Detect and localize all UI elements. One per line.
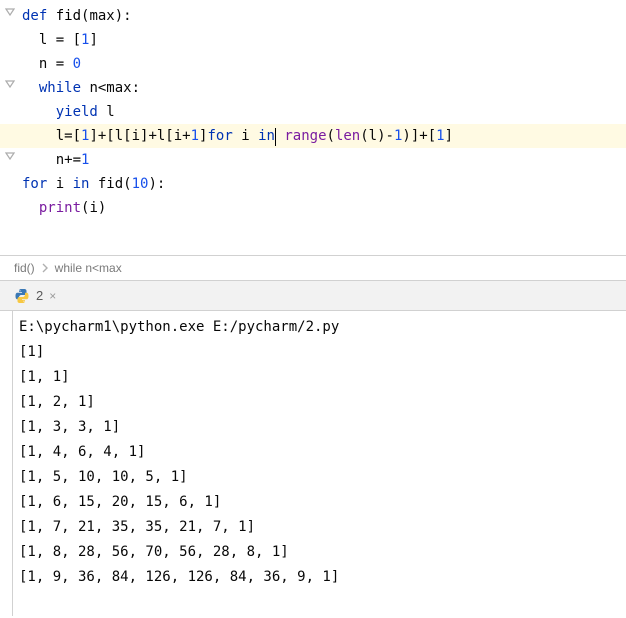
console-line: [1] [19,340,626,365]
console-line: [1, 4, 6, 4, 1] [19,440,626,465]
code-token: ): [148,176,165,192]
code-token: ] [445,128,453,144]
console-line: [1, 7, 21, 35, 35, 21, 7, 1] [19,515,626,540]
console-line: [1, 2, 1] [19,390,626,415]
code-token: 0 [73,56,81,72]
console-command: E:\pycharm1\python.exe E:/pycharm/2.py [19,315,626,340]
code-token: fid( [98,176,132,192]
code-token: yield [56,104,107,120]
breadcrumb: fid() while n<max [0,255,626,281]
console-line: [1, 6, 15, 20, 15, 6, 1] [19,490,626,515]
editor-pane[interactable]: def fid(max): l = [1] n = 0 while n<max:… [0,0,626,255]
code-token: i [241,128,258,144]
code-line[interactable]: l=[1]+[l[i]+l[i+1]for i in range(len(l)-… [0,124,626,148]
code-token: fid [56,8,81,24]
code-token: while [39,80,90,96]
code-token: l=[ [22,128,81,144]
code-token: ]+[l[i]+l[i+ [89,128,190,144]
code-token: range [284,128,326,144]
fold-icon[interactable] [4,152,16,162]
code-token: n+= [22,152,81,168]
code-token: (i) [81,200,106,216]
code-token: )]+[ [402,128,436,144]
run-tab-bar: 2 × [0,281,626,311]
code-token: print [39,200,81,216]
code-token: n<max: [89,80,140,96]
code-line[interactable]: l = [1] [0,28,626,52]
code-line[interactable]: def fid(max): [0,4,626,28]
code-token: 1 [191,128,199,144]
console-line: [1, 8, 28, 56, 70, 56, 28, 8, 1] [19,540,626,565]
breadcrumb-item[interactable]: fid() [14,261,35,275]
code-token: for [22,176,56,192]
code-token: ( [327,128,335,144]
code-token: (max): [81,8,132,24]
code-line[interactable]: n+=1 [0,148,626,172]
code-token [22,200,39,216]
code-token: ] [89,32,97,48]
console-line: [1, 9, 36, 84, 126, 126, 84, 36, 9, 1] [19,565,626,590]
run-tab[interactable]: 2 × [6,284,64,308]
code-token: in [73,176,98,192]
code-token: n = [22,56,73,72]
code-token: 1 [436,128,444,144]
breadcrumb-item[interactable]: while n<max [55,261,122,275]
code-token: in [258,128,275,144]
console-output[interactable]: E:\pycharm1\python.exe E:/pycharm/2.py[1… [12,311,626,616]
console-line: [1, 5, 10, 10, 5, 1] [19,465,626,490]
code-token: 10 [132,176,149,192]
code-token: def [22,8,56,24]
code-line[interactable]: print(i) [0,196,626,220]
code-token: 1 [81,152,89,168]
chevron-right-icon [41,263,49,273]
python-icon [14,288,30,304]
fold-icon[interactable] [4,8,16,18]
run-tab-label: 2 [36,288,43,303]
code-token: i [56,176,73,192]
code-token [22,80,39,96]
code-token: l = [ [22,32,81,48]
code-token [22,104,56,120]
code-line[interactable]: for i in fid(10): [0,172,626,196]
code-token: l [106,104,114,120]
text-caret [275,128,276,146]
code-token: (l)- [360,128,394,144]
close-icon[interactable]: × [49,289,56,303]
console-line: [1, 3, 3, 1] [19,415,626,440]
code-token: for [207,128,241,144]
code-token: len [335,128,360,144]
console-line: [1, 1] [19,365,626,390]
code-line[interactable]: n = 0 [0,52,626,76]
code-line[interactable]: while n<max: [0,76,626,100]
fold-icon[interactable] [4,80,16,90]
code-line[interactable]: yield l [0,100,626,124]
